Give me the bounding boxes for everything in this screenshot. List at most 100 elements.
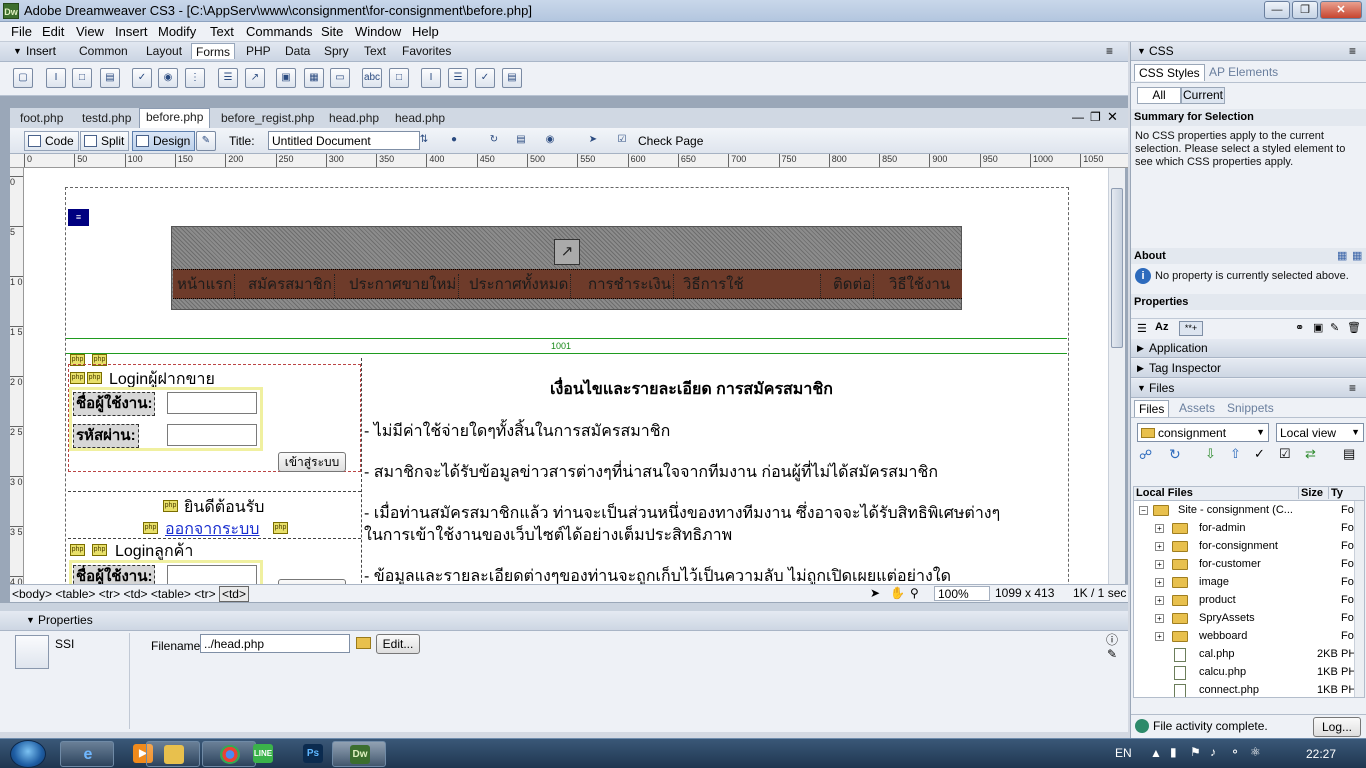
nav-home[interactable]: หน้าแรก (175, 274, 236, 298)
tag-td[interactable]: <td> (123, 587, 147, 601)
file-row[interactable]: connect.php 1KB PH (1134, 682, 1364, 697)
menu-commands[interactable]: Commands (246, 24, 312, 39)
tag-tr-inner[interactable]: <tr> (194, 587, 215, 601)
connect-icon[interactable]: ☍ (1139, 447, 1152, 463)
menu-edit[interactable]: Edit (42, 24, 64, 39)
menu-insert[interactable]: Insert (115, 24, 148, 39)
site-root-row[interactable]: − Site - consignment (C... Fo (1134, 502, 1364, 520)
panel-options-icon[interactable]: ≡ (1106, 44, 1113, 58)
nav-usage[interactable]: วิธีใช้งาน (887, 274, 952, 298)
set-properties-icon[interactable]: **+ (1179, 321, 1203, 336)
doc-tab-before[interactable]: before.php (139, 108, 211, 128)
refresh-icon[interactable]: ↻ (484, 131, 504, 151)
insert-tab-text[interactable]: Text (364, 44, 386, 58)
list-menu-icon[interactable]: ☰ (218, 68, 238, 88)
doc-close-icon[interactable]: ✕ (1107, 109, 1118, 125)
live-data-icon[interactable]: ✎ (196, 131, 216, 151)
insert-tab-php[interactable]: PHP (246, 44, 271, 58)
tag-inspector-panel-header[interactable]: ▶ Tag Inspector (1131, 359, 1366, 378)
spry-checkbox-icon[interactable]: ✓ (475, 68, 495, 88)
dreamweaver-taskbar-button[interactable]: Dw (332, 741, 386, 767)
ssi-marker-icon[interactable]: ≡ (68, 209, 89, 226)
label-icon[interactable]: abc (362, 68, 382, 88)
visual-aids-icon[interactable]: ◉ (540, 131, 560, 151)
doc-tab-head-2[interactable]: head.php (389, 110, 451, 126)
tag-table-inner[interactable]: <table> (151, 587, 191, 601)
folder-row[interactable]: + product Fo (1134, 592, 1364, 610)
usb-icon[interactable]: ⚬ (1230, 745, 1240, 759)
form-icon[interactable]: ▢ (13, 68, 33, 88)
menu-window[interactable]: Window (355, 24, 401, 39)
nav-contact[interactable]: ติดต่อ (831, 274, 875, 298)
menu-modify[interactable]: Modify (158, 24, 196, 39)
tag-selector[interactable]: <body> <table> <tr> <td> <table> <tr> <t… (12, 586, 249, 602)
view-options-icon[interactable]: ▤ (511, 131, 531, 151)
menu-text[interactable]: Text (210, 24, 234, 39)
folder-row[interactable]: + webboard Fo (1134, 628, 1364, 646)
insert-tab-forms[interactable]: Forms (191, 43, 235, 59)
spry-textfield-icon[interactable]: I (421, 68, 441, 88)
login-button[interactable]: เข้าสู่ระบบ (278, 452, 346, 472)
tag-table[interactable]: <table> (55, 587, 95, 601)
minimize-button[interactable]: — (1264, 1, 1290, 19)
menu-file[interactable]: File (11, 24, 32, 39)
about-icon[interactable]: ▦ (1337, 249, 1347, 262)
document-title-input[interactable]: Untitled Document (268, 131, 420, 150)
clock[interactable]: 22:27 (1306, 747, 1336, 761)
checkbox-icon[interactable]: ✓ (132, 68, 152, 88)
get-files-icon[interactable]: ⇩ (1205, 446, 1216, 462)
ap-elements-tab[interactable]: AP Elements (1205, 64, 1282, 80)
attach-stylesheet-icon[interactable]: ⚭ (1295, 321, 1304, 334)
radio-group-icon[interactable]: ⋮ (185, 68, 205, 88)
help-icon[interactable]: ⓘ (1106, 631, 1118, 648)
maximize-button[interactable]: ❐ (1292, 1, 1318, 19)
column-type[interactable]: Ty (1328, 487, 1343, 499)
properties-header[interactable]: ▼ Properties (0, 611, 1128, 631)
volume-icon[interactable]: ♪ (1210, 745, 1216, 759)
nav-register[interactable]: สมัครสมาชิก (246, 274, 335, 298)
username-input[interactable] (167, 392, 257, 414)
ie-taskbar-button[interactable]: e (60, 741, 114, 767)
zoom-tool-icon[interactable]: ⚲ (910, 586, 919, 600)
file-row[interactable]: cal.php 2KB PH (1134, 646, 1364, 664)
nav-payment[interactable]: การชำระเงิน (586, 274, 674, 298)
delete-icon[interactable]: 🗑 (1347, 321, 1361, 334)
insert-tab-layout[interactable]: Layout (146, 44, 182, 58)
snippets-tab[interactable]: Snippets (1223, 400, 1278, 416)
flag-icon[interactable]: ⚑ (1190, 745, 1201, 759)
scrollbar-thumb[interactable] (1111, 188, 1123, 348)
view-select[interactable]: Local view ▼ (1276, 423, 1364, 442)
customer-username-input[interactable] (167, 565, 257, 584)
image-field-icon[interactable]: ▣ (276, 68, 296, 88)
put-files-icon[interactable]: ⇧ (1230, 446, 1241, 462)
all-button[interactable]: All (1137, 87, 1181, 104)
doc-tab-before-regist[interactable]: before_regist.php (215, 110, 320, 126)
code-view-button[interactable]: Code (24, 131, 79, 151)
button-icon[interactable]: ▭ (330, 68, 350, 88)
menu-help[interactable]: Help (412, 24, 439, 39)
filename-input[interactable]: ../head.php (200, 634, 350, 653)
design-view-button[interactable]: Design (132, 131, 196, 151)
tag-body[interactable]: <body> (12, 587, 52, 601)
expand-panel-icon[interactable]: ▤ (1343, 446, 1355, 462)
edit-button[interactable]: Edit... (376, 634, 420, 654)
tag-tr[interactable]: <tr> (99, 587, 120, 601)
assets-tab[interactable]: Assets (1175, 400, 1219, 416)
check-in-icon[interactable]: ☑ (1279, 446, 1291, 462)
doc-tab-head[interactable]: head.php (323, 110, 385, 126)
doc-tab-testd[interactable]: testd.php (76, 110, 137, 126)
close-button[interactable]: ✕ (1320, 1, 1362, 19)
canvas-scrollbar[interactable] (1108, 168, 1125, 584)
spry-textarea-icon[interactable]: ▤ (502, 68, 522, 88)
insert-tab-data[interactable]: Data (285, 44, 310, 58)
quick-tag-editor-icon[interactable]: ✎ (1107, 647, 1117, 661)
collapse-triangle-icon[interactable]: ▼ (13, 46, 22, 56)
about-icon-2[interactable]: ▦ (1352, 249, 1362, 262)
design-canvas[interactable]: ≡ ↗ หน้าแรก สมัครสมาชิก ประกาศขายใหม่ ปร… (24, 168, 1108, 584)
nav-how-to[interactable]: วิธีการใช้ (681, 274, 821, 298)
split-view-button[interactable]: Split (80, 131, 130, 151)
file-list[interactable]: Local Files Size Ty − Site - consignment… (1133, 486, 1365, 698)
file-field-icon[interactable]: ▦ (304, 68, 324, 88)
css-panel-header[interactable]: ▼ CSS ≡ (1131, 42, 1366, 61)
hidden-field-icon[interactable]: □ (72, 68, 92, 88)
